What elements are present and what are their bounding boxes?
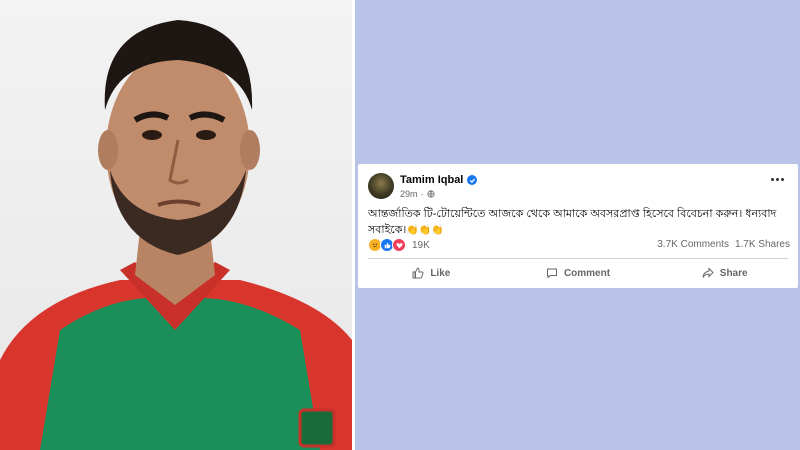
player-illustration: [0, 20, 352, 450]
comments-count[interactable]: 3.7K Comments: [657, 239, 729, 250]
post-meta: 29m ·: [400, 189, 435, 199]
comment-icon: [546, 268, 557, 279]
shares-count[interactable]: 1.7K Shares: [735, 239, 790, 250]
thumbs-up-icon: [412, 267, 424, 279]
action-bar: Like Comment Share: [358, 262, 798, 284]
more-options-icon[interactable]: [771, 178, 784, 181]
verified-badge-icon: [467, 175, 478, 185]
share-label: Share: [719, 267, 748, 279]
post-text: আন্তর্জাতিক টি-টোয়েন্টিতে আজকে থেকে আমা…: [368, 206, 788, 239]
share-button[interactable]: Share: [651, 262, 798, 284]
love-reaction-icon: [392, 238, 406, 252]
author-row: Tamim Iqbal: [400, 174, 478, 186]
facebook-post: Tamim Iqbal 29m · আন্তর্জাতিক টি-টোয়েন্…: [358, 164, 798, 288]
author-name[interactable]: Tamim Iqbal: [400, 174, 463, 186]
comment-button[interactable]: Comment: [505, 262, 652, 284]
reaction-count: 19K: [412, 239, 430, 251]
like-button[interactable]: Like: [358, 262, 505, 284]
separator: [368, 258, 788, 259]
share-icon: [702, 267, 714, 278]
clapping-emoji: 👏👏👏: [406, 225, 444, 236]
post-time[interactable]: 29m: [400, 189, 418, 199]
post-stats: 3.7K Comments 1.7K Shares: [657, 239, 790, 250]
avatar[interactable]: [368, 173, 394, 199]
player-photo: [0, 0, 352, 450]
comment-label: Comment: [563, 267, 611, 279]
reaction-summary[interactable]: 19K: [368, 238, 430, 252]
like-label: Like: [430, 267, 451, 279]
globe-icon: [426, 190, 435, 198]
